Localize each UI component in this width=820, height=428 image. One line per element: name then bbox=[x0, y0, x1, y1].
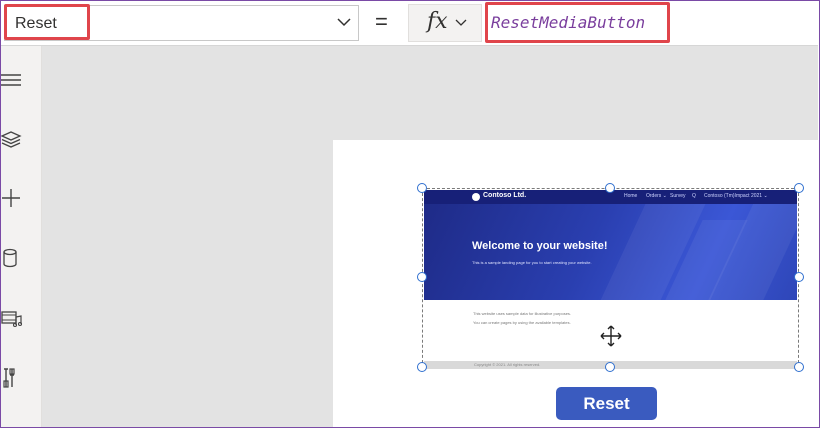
website-brand: Contoso Ltd. bbox=[483, 192, 527, 199]
website-hero-title: Welcome to your website! bbox=[472, 240, 608, 252]
website-hero-subtitle: This is a sample landing page for you to… bbox=[472, 260, 592, 265]
fx-button[interactable]: fx bbox=[408, 4, 482, 42]
add-icon[interactable] bbox=[1, 187, 23, 209]
tools-icon[interactable] bbox=[1, 367, 23, 389]
website-logo-icon bbox=[472, 193, 480, 201]
layers-icon[interactable] bbox=[1, 128, 23, 150]
website-body-text: This website uses sample data for illust… bbox=[473, 311, 572, 316]
resize-handle-right[interactable] bbox=[794, 272, 804, 282]
website-nav-item: Survey bbox=[670, 193, 686, 199]
fx-label: fx bbox=[427, 9, 448, 34]
property-highlight-box bbox=[4, 4, 90, 40]
resize-handle-top-left[interactable] bbox=[417, 183, 427, 193]
website-nav-item: Contoso (Tm)Impact 2021 ⌄ bbox=[704, 193, 768, 199]
formula-highlight-box bbox=[485, 2, 670, 43]
media-icon[interactable] bbox=[1, 308, 23, 330]
formula-bar: Reset = fx ResetMediaButton bbox=[1, 1, 819, 46]
website-footer-text: Copyright © 2021. All rights reserved. bbox=[474, 362, 541, 367]
resize-handle-bottom-right[interactable] bbox=[794, 362, 804, 372]
website-nav-item: Orders ⌄ bbox=[646, 193, 667, 199]
resize-handle-left[interactable] bbox=[417, 272, 427, 282]
chevron-down-icon bbox=[455, 19, 467, 26]
equals-sign: = bbox=[375, 9, 388, 34]
website-body-text: You can create pages by using the availa… bbox=[473, 320, 571, 325]
menu-icon[interactable] bbox=[1, 69, 23, 91]
resize-handle-top[interactable] bbox=[605, 183, 615, 193]
reset-button[interactable]: Reset bbox=[556, 387, 657, 420]
chevron-down-icon bbox=[337, 18, 351, 27]
website-hero: Contoso Ltd. Home Orders ⌄ Survey Q Cont… bbox=[424, 190, 797, 300]
website-nav-item: Home bbox=[624, 193, 638, 199]
resize-handle-top-right[interactable] bbox=[794, 183, 804, 193]
left-rail bbox=[1, 46, 42, 427]
move-cursor-icon[interactable] bbox=[600, 325, 622, 347]
data-icon[interactable] bbox=[1, 247, 23, 269]
resize-handle-bottom-left[interactable] bbox=[417, 362, 427, 372]
resize-handle-bottom[interactable] bbox=[605, 362, 615, 372]
website-nav-item: Q bbox=[692, 193, 696, 199]
